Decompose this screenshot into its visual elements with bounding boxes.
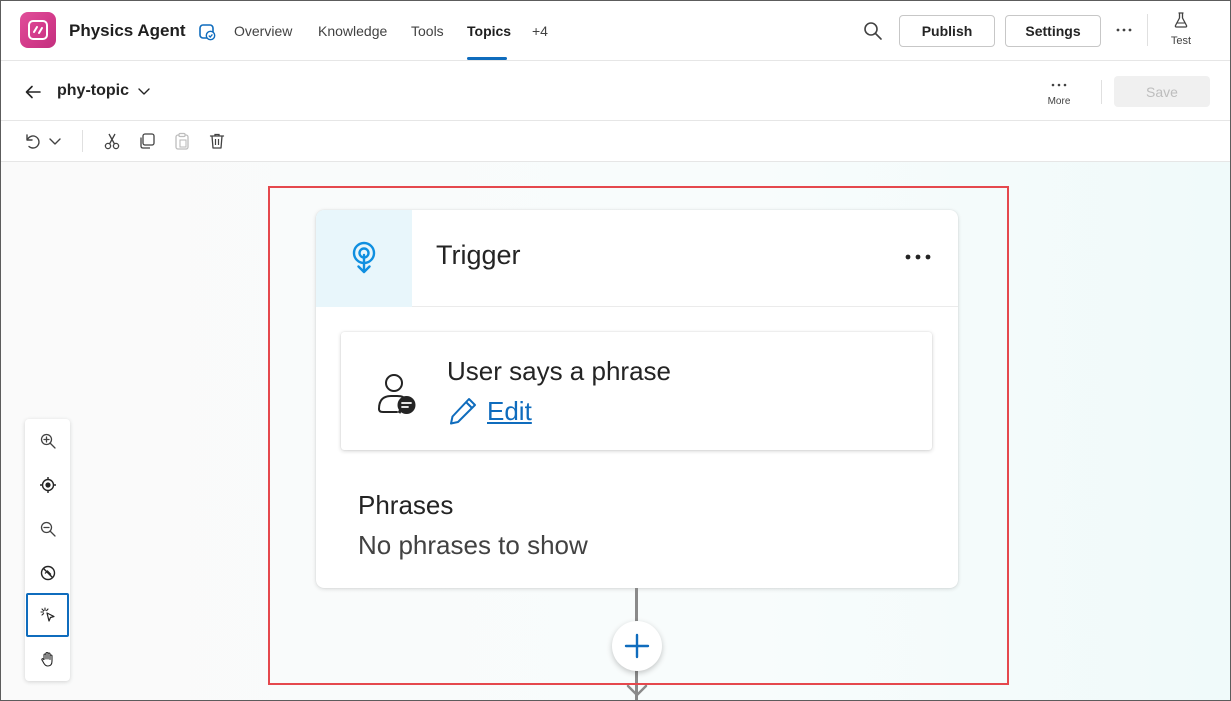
- header-divider: [1147, 14, 1148, 46]
- cut-icon[interactable]: [102, 131, 122, 151]
- topic-name[interactable]: phy-topic: [57, 82, 129, 100]
- minimap-off-icon[interactable]: [25, 551, 70, 595]
- trigger-title: Trigger: [436, 240, 521, 270]
- plus-icon: [624, 633, 650, 659]
- trigger-node-header: Trigger: [316, 210, 958, 307]
- delete-icon[interactable]: [207, 131, 227, 151]
- user-chat-icon: [376, 372, 418, 416]
- undo-chevron-down-icon[interactable]: [46, 131, 66, 151]
- publish-button[interactable]: Publish: [899, 15, 995, 47]
- trigger-condition-card[interactable]: User says a phrase Edit: [341, 332, 932, 450]
- paste-icon[interactable]: [172, 131, 192, 151]
- edit-label: Edit: [487, 395, 532, 426]
- app-header: Physics Agent Overview Knowledge Tools T…: [0, 0, 1231, 61]
- phrases-empty-message: No phrases to show: [358, 530, 588, 560]
- trigger-icon-box: [316, 210, 412, 307]
- save-button[interactable]: Save: [1114, 76, 1210, 107]
- node-more-icon[interactable]: [902, 246, 936, 268]
- more-options-icon[interactable]: [1113, 19, 1135, 41]
- copy-icon[interactable]: [137, 131, 157, 151]
- edit-phrases-link[interactable]: Edit: [447, 394, 532, 428]
- test-label: Test: [1170, 35, 1192, 47]
- agent-shield-icon[interactable]: [197, 22, 217, 42]
- app-name: Physics Agent: [69, 21, 186, 40]
- pan-mode-icon[interactable]: [25, 637, 70, 681]
- back-arrow-icon[interactable]: [22, 81, 44, 103]
- canvas-controls: [25, 419, 70, 681]
- add-node-button[interactable]: [612, 621, 662, 671]
- toolbar-divider: [82, 130, 83, 152]
- tab-topics[interactable]: Topics: [467, 23, 511, 39]
- recenter-icon[interactable]: [25, 463, 70, 507]
- pencil-icon: [450, 398, 476, 425]
- tab-tools[interactable]: Tools: [411, 23, 444, 39]
- condition-title: User says a phrase: [447, 356, 671, 386]
- chevron-down-icon[interactable]: [136, 83, 152, 99]
- flask-icon: [1174, 12, 1188, 28]
- connector-arrow-down-icon: [625, 682, 649, 700]
- tab-knowledge[interactable]: Knowledge: [318, 23, 387, 39]
- phrases-heading: Phrases: [358, 490, 454, 520]
- edit-toolbar: [0, 121, 1231, 162]
- undo-icon[interactable]: [22, 131, 42, 151]
- zoom-out-icon[interactable]: [25, 507, 70, 551]
- test-button[interactable]: Test: [1160, 11, 1202, 51]
- app-logo: [20, 12, 56, 48]
- settings-button[interactable]: Settings: [1005, 15, 1101, 47]
- more-label: More: [1047, 96, 1071, 107]
- select-mode-icon[interactable]: [26, 593, 69, 637]
- trigger-node[interactable]: Trigger User says a phrase Edit Phrases …: [316, 210, 958, 588]
- subbar-divider: [1101, 80, 1102, 104]
- topic-bar: phy-topic More Save: [0, 61, 1231, 121]
- search-icon[interactable]: [862, 20, 884, 42]
- zoom-in-icon[interactable]: [25, 419, 70, 463]
- tab-more-overflow[interactable]: +4: [532, 23, 548, 39]
- authoring-canvas[interactable]: Trigger User says a phrase Edit Phrases …: [1, 162, 1230, 700]
- tab-overview[interactable]: Overview: [234, 23, 292, 39]
- active-tab-indicator: [467, 57, 507, 60]
- more-dots-icon: [1051, 83, 1067, 87]
- more-button[interactable]: More: [1040, 75, 1078, 111]
- trigger-touch-icon: [352, 241, 376, 273]
